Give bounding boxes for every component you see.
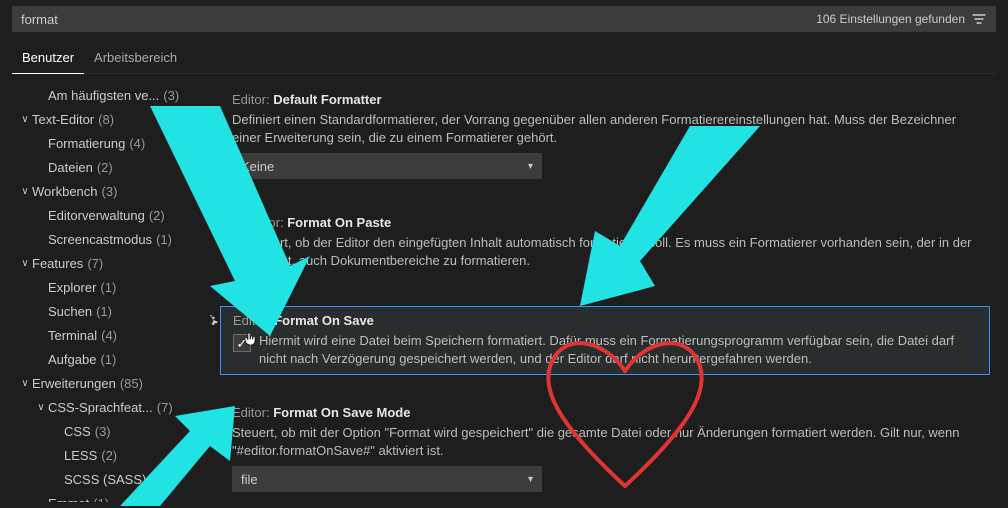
toc-item-count: (85) [120,374,143,394]
chevron-down-icon: ▾ [528,161,533,172]
toc-item-count: (7) [87,254,103,274]
setting-name: Format On Save Mode [273,405,410,420]
toc-item[interactable]: CSS(3) [16,420,210,444]
toc-item-count: (1) [100,350,116,370]
setting-description: Steuert, ob mit der Option "Format wird … [232,424,978,460]
toc-item-label: Workbench [32,182,98,202]
chevron-down-icon: ∨ [18,110,32,130]
toc-item-count: (2) [101,446,117,466]
toc-item[interactable]: Aufgabe(1) [16,348,210,372]
toc-item-label: Dateien [48,158,93,178]
toc-item-count: (3) [95,422,111,442]
toc-item-label: Editorverwaltung [48,206,145,226]
setting-name: Format On Paste [287,215,391,230]
toc-item[interactable]: Editorverwaltung(2) [16,204,210,228]
filter-icon[interactable] [971,11,987,27]
setting-title: Editor: Format On Save [233,313,977,328]
toc-item-label: LESS [64,446,97,466]
setting-description: Definiert einen Standardformatierer, der… [232,111,978,147]
toc-item-label: Formatierung [48,134,125,154]
toc-item-count: (1) [100,278,116,298]
toc-item[interactable]: Emmet (1) [16,492,210,502]
setting-title: Editor: Format On Save Mode [232,405,978,420]
toc-item-count: (1) [93,494,109,502]
chevron-down-icon: ∨ [18,374,32,394]
setting-default-formatter: Editor: Default Formatter Definiert eine… [220,86,990,185]
toc-item[interactable]: ∨Workbench(3) [16,180,210,204]
toc-item[interactable]: SCSS (SASS)(2) [16,468,210,492]
setting-name: Format On Save [274,313,374,328]
setting-description: Steuert, ob der Editor den eingefügten I… [246,234,978,270]
toc-item-count: (4) [101,326,117,346]
toc-item[interactable]: ∨Features(7) [16,252,210,276]
toc-item-count: (1) [96,302,112,322]
settings-scope-tabs: Benutzer Arbeitsbereich [12,42,996,74]
toc-item-label: Features [32,254,83,274]
settings-search-bar[interactable]: 106 Einstellungen gefunden [12,6,996,32]
setting-prefix: Editor: [232,405,270,420]
toc-item-count: (8) [98,110,114,130]
toc-item-label: Am häufigsten ve... [48,86,159,106]
toc-item[interactable]: Screencastmodus(1) [16,228,210,252]
setting-title: Editor: Format On Paste [246,215,978,230]
toc-item[interactable]: ∨Erweiterungen(85) [16,372,210,396]
toc-item-label: Aufgabe [48,350,96,370]
toc-item-label: Explorer [48,278,96,298]
settings-toc: Am häufigsten ve...(3)∨Text-Editor(8)For… [0,74,210,502]
settings-list: Editor: Default Formatter Definiert eine… [210,74,1008,502]
toc-item-label: Erweiterungen [32,374,116,394]
chevron-down-icon: ▾ [528,474,533,485]
toc-item-label: Text-Editor [32,110,94,130]
chevron-down-icon: ∨ [34,398,48,418]
toc-item-count: (3) [102,182,118,202]
chevron-down-icon: ∨ [18,182,32,202]
toc-item[interactable]: Suchen(1) [16,300,210,324]
toc-item-count: (2) [150,470,166,490]
toc-item[interactable]: Explorer(1) [16,276,210,300]
toc-item-count: (1) [156,230,172,250]
setting-prefix: Editor: [233,313,271,328]
toc-item-label: Emmet [48,494,89,502]
toc-item-label: SCSS (SASS) [64,470,146,490]
toc-item[interactable]: Formatierung(4) [16,132,210,156]
toc-item-count: (3) [163,86,179,106]
setting-format-on-save[interactable]: Editor: Format On Save Hiermit wird eine… [220,306,990,375]
settings-search-input[interactable] [21,12,816,27]
setting-format-on-paste: Editor: Format On Paste Steuert, ob der … [220,209,990,282]
toc-item-label: Terminal [48,326,97,346]
setting-title: Editor: Default Formatter [232,92,978,107]
toc-item-count: (2) [149,206,165,226]
default-formatter-select[interactable]: Keine ▾ [232,153,542,179]
gear-icon[interactable] [210,313,218,331]
setting-prefix: Editor: [232,92,270,107]
toc-item[interactable]: Terminal(4) [16,324,210,348]
setting-format-on-save-mode: Editor: Format On Save Mode Steuert, ob … [220,399,990,498]
toc-item-label: CSS [64,422,91,442]
toc-item[interactable]: ∨CSS-Sprachfeat...(7) [16,396,210,420]
setting-name: Default Formatter [273,92,381,107]
toc-item-label: Suchen [48,302,92,322]
toc-item[interactable]: ∨Text-Editor(8) [16,108,210,132]
toc-item-label: CSS-Sprachfeat... [48,398,153,418]
tab-workspace[interactable]: Arbeitsbereich [84,42,187,73]
tab-user[interactable]: Benutzer [12,42,84,74]
setting-description: Hiermit wird eine Datei beim Speichern f… [259,332,977,368]
chevron-down-icon: ∨ [18,254,32,274]
toc-item-count: (2) [97,158,113,178]
format-on-save-checkbox[interactable] [233,334,251,352]
toc-item-count: (7) [157,398,173,418]
toc-item[interactable]: Dateien(2) [16,156,210,180]
search-result-count: 106 Einstellungen gefunden [816,12,965,26]
toc-item-label: Screencastmodus [48,230,152,250]
toc-item[interactable]: Am häufigsten ve...(3) [16,84,210,108]
toc-item-count: (4) [129,134,145,154]
setting-prefix: Editor: [246,215,284,230]
toc-item[interactable]: LESS(2) [16,444,210,468]
select-value: file [241,472,258,487]
format-on-save-mode-select[interactable]: file ▾ [232,466,542,492]
select-value: Keine [241,159,274,174]
